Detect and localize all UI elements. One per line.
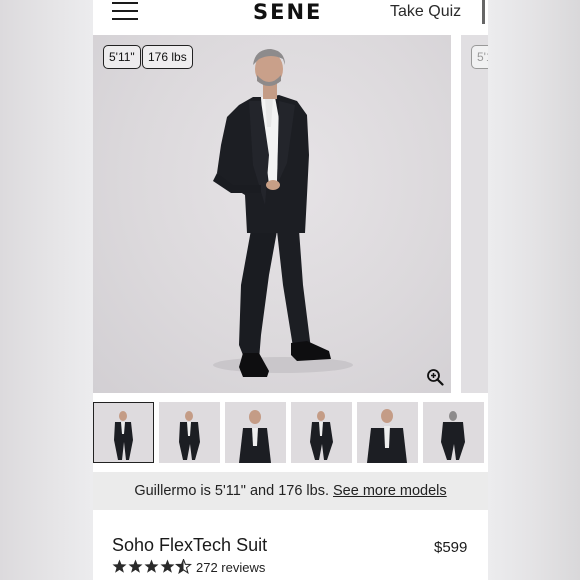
thumbnail-2[interactable]: [159, 402, 220, 463]
next-image-chip: 5'1: [471, 45, 488, 69]
model-weight-chip: 176 lbs: [142, 45, 193, 69]
reviews-count-link[interactable]: 272 reviews: [196, 560, 265, 575]
brand-logo[interactable]: SENE: [253, 0, 322, 24]
left-backdrop: [0, 0, 93, 580]
thumbnail-strip: [93, 399, 488, 465]
model-height-chip: 5'11": [103, 45, 141, 69]
thumbnail-1[interactable]: [93, 402, 154, 463]
thumbnail-4[interactable]: [291, 402, 352, 463]
thumbnail-6[interactable]: [423, 402, 484, 463]
product-page: SENE Take Quiz 5'11" 176 lbs 5' Guillerm…: [93, 0, 488, 580]
thumbnail-5[interactable]: [357, 402, 418, 463]
model-photo: [213, 49, 353, 377]
product-price: $599: [434, 539, 468, 556]
take-quiz-link[interactable]: Take Quiz: [390, 3, 461, 21]
star-rating-icon: [112, 559, 192, 574]
next-product-image[interactable]: 5'1: [461, 35, 488, 393]
product-main-image[interactable]: 5'11" 176 lbs: [93, 35, 451, 393]
model-info-text: Guillermo is 5'11" and 176 lbs.: [134, 483, 329, 499]
thumbnail-3[interactable]: [225, 402, 286, 463]
zoom-in-icon[interactable]: [426, 368, 444, 386]
right-backdrop: [488, 0, 580, 580]
hamburger-menu-icon[interactable]: [112, 2, 138, 20]
scrollbar-indicator: [482, 0, 485, 24]
see-more-models-link[interactable]: See more models: [333, 483, 447, 499]
site-header: SENE Take Quiz: [93, 0, 488, 34]
product-title: Soho FlexTech Suit: [112, 535, 268, 555]
model-info-banner: Guillermo is 5'11" and 176 lbs. See more…: [93, 472, 488, 510]
